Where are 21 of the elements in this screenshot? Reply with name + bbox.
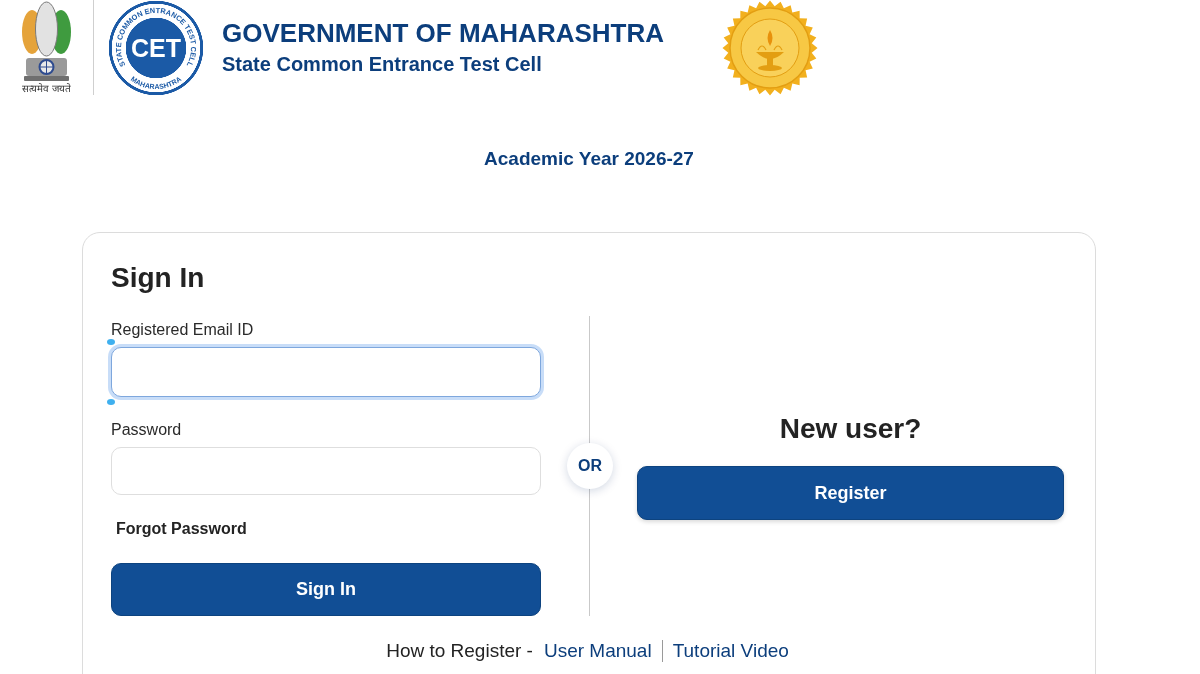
help-link[interactable]: Tutorial Video: [672, 639, 789, 663]
help-link[interactable]: User Manual: [543, 639, 652, 663]
or-divider-label: OR: [567, 443, 613, 489]
selection-handle-icon: [107, 399, 115, 405]
field-label: Registered Email ID: [111, 320, 254, 340]
lion-emblem-icon: [22, 1, 71, 81]
header-title: GOVERNMENT OF MAHARASHTRA: [222, 17, 665, 49]
selection-handle-icon: [107, 339, 115, 345]
emblem-motto: सत्यमेव जयते: [22, 82, 71, 95]
help-label: How to Register -: [386, 639, 533, 663]
register-button[interactable]: Register: [637, 466, 1064, 520]
header-subtitle: State Common Entrance Test Cell: [222, 52, 543, 76]
new-user-heading: New user?: [779, 412, 922, 446]
input-field[interactable]: [111, 347, 541, 397]
sign-in-button[interactable]: Sign In: [111, 563, 541, 616]
field-label: Password: [111, 420, 182, 440]
logo-lettering: CET: [131, 34, 181, 62]
golden-seal-icon: [722, 0, 818, 96]
academic-year: Academic Year 2026-27: [484, 147, 694, 171]
forgot-password-link[interactable]: Forgot Password: [116, 519, 247, 539]
sign-in-heading: Sign In: [111, 261, 205, 295]
